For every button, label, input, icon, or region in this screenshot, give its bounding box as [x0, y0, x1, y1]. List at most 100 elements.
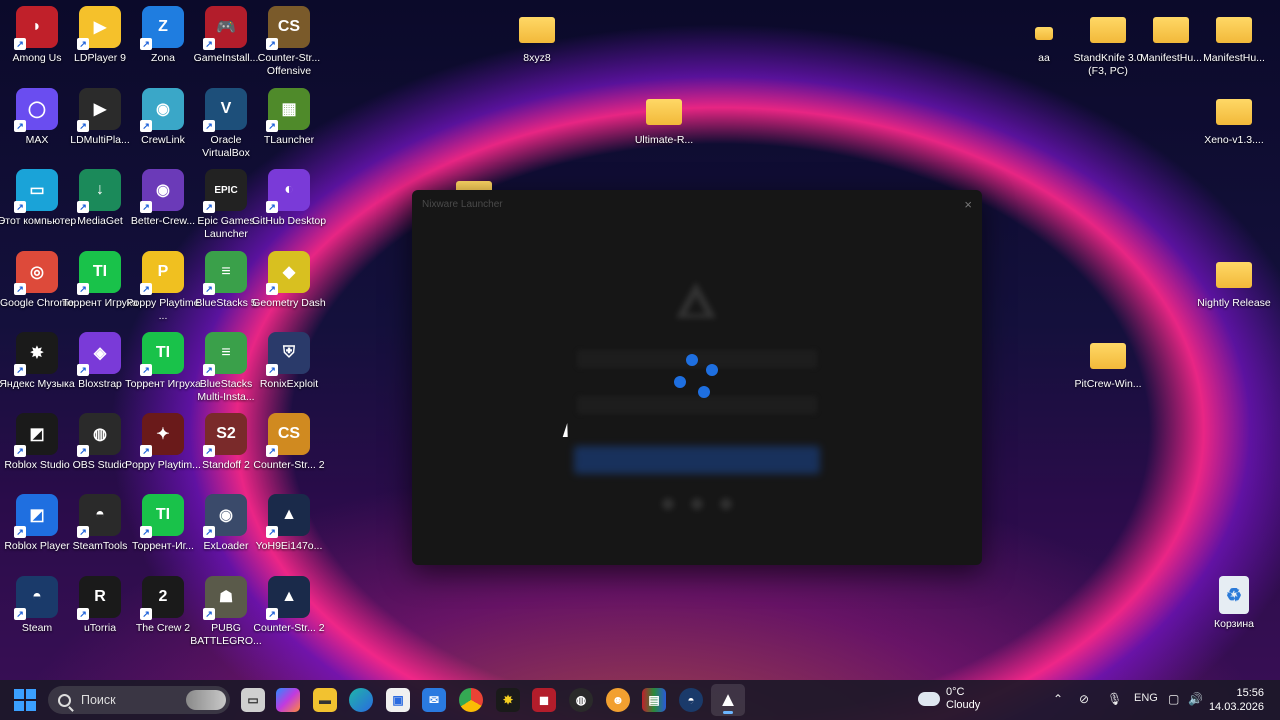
- launcher-title: Nixware Launcher: [422, 198, 503, 210]
- close-button[interactable]: ×: [964, 197, 972, 212]
- clock-date: 14.03.2026: [1208, 701, 1264, 713]
- weather-widget[interactable]: 0°C Cloudy: [918, 686, 980, 712]
- folder-label: Xeno-v1.3....: [1204, 134, 1264, 146]
- winrar-icon[interactable]: ▤: [642, 688, 666, 712]
- desktop-shortcut-cs2-2[interactable]: ▲ ↗ Counter-Str... 2: [252, 576, 326, 635]
- obs-icon[interactable]: ◍: [569, 688, 593, 712]
- chevron-up-icon[interactable]: ⌃: [1053, 692, 1063, 706]
- shortcut-arrow-icon: ↗: [14, 38, 26, 50]
- search-highlight-image: [186, 690, 226, 710]
- folder-icon: [1216, 262, 1252, 288]
- monitor-icon[interactable]: ▢: [1168, 692, 1179, 706]
- folder-ultimate[interactable]: Ultimate-R...: [627, 88, 701, 147]
- folder-xeno[interactable]: Xeno-v1.3....: [1197, 88, 1271, 147]
- roblox-player-icon: ◩ ↗: [14, 494, 58, 538]
- volume-icon[interactable]: 🔊: [1188, 692, 1203, 706]
- language-indicator[interactable]: ENG: [1134, 692, 1158, 704]
- folder-manifesthub-2[interactable]: ManifestHu...: [1197, 6, 1271, 65]
- pubg-icon: ☗ ↗: [203, 576, 247, 620]
- nixware-icon[interactable]: ▲: [716, 688, 740, 712]
- clock[interactable]: 15:56 14.03.2026: [1209, 686, 1264, 714]
- shortcut-arrow-icon: ↗: [266, 526, 278, 538]
- folder-8xyz8[interactable]: 8xyz8: [500, 6, 574, 65]
- recycle-bin-label: Корзина: [1214, 618, 1254, 630]
- exloader-icon: ◉ ↗: [203, 494, 247, 538]
- recycle-bin[interactable]: ♻ Корзина: [1197, 576, 1271, 631]
- better-crewlink-icon: ◉ ↗: [140, 169, 184, 213]
- shortcut-arrow-icon: ↗: [77, 38, 89, 50]
- network-off-icon[interactable]: ⊘: [1079, 692, 1089, 706]
- shortcut-arrow-icon: ↗: [203, 283, 215, 295]
- steam-icon[interactable]: ◓: [679, 688, 703, 712]
- shortcut-arrow-icon: ↗: [77, 201, 89, 213]
- mediaget-icon: ↓ ↗: [77, 169, 121, 213]
- launcher-titlebar[interactable]: Nixware Launcher ×: [412, 190, 982, 218]
- shortcut-arrow-icon: ↗: [14, 608, 26, 620]
- start-button[interactable]: [14, 689, 36, 711]
- shortcut-arrow-icon: ↗: [77, 608, 89, 620]
- shortcut-arrow-icon: ↗: [14, 364, 26, 376]
- gameinstaller-icon: 🎮 ↗: [203, 6, 247, 50]
- folder-icon: [1153, 17, 1189, 43]
- social-icon[interactable]: [662, 498, 674, 510]
- steam-icon: ◓ ↗: [14, 576, 58, 620]
- desktop-shortcut-github-desktop[interactable]: ◐ ↗ GitHub Desktop: [252, 169, 326, 228]
- poppy-playtime-1-icon: P ↗: [140, 251, 184, 295]
- shortcut-label: YoH9Ei147o...: [255, 540, 323, 552]
- chrome-icon[interactable]: [459, 688, 483, 712]
- yoh-exe-icon: ▲ ↗: [266, 494, 310, 538]
- store-icon[interactable]: ▣: [386, 688, 410, 712]
- shortcut-arrow-icon: ↗: [266, 201, 278, 213]
- gameinstaller-icon[interactable]: ◼: [532, 688, 556, 712]
- ronixexploit-icon: ⛨ ↗: [266, 332, 310, 376]
- folder-icon: [1216, 17, 1252, 43]
- folder-icon: [1090, 343, 1126, 369]
- social-icon[interactable]: [691, 498, 703, 510]
- social-icon[interactable]: [720, 498, 732, 510]
- desktop-shortcut-geometry-dash[interactable]: ◆ ↗ Geometry Dash: [252, 251, 326, 310]
- bluestacks-multi-icon: ≡ ↗: [203, 332, 247, 376]
- file-explorer-icon[interactable]: ▬: [313, 688, 337, 712]
- desktop-shortcut-cs2-1[interactable]: CS ↗ Counter-Str... 2: [252, 413, 326, 472]
- microphone-icon[interactable]: 🎙: [1107, 692, 1122, 706]
- virtualbox-icon: V ↗: [203, 88, 247, 132]
- zona-icon: Z ↗: [140, 6, 184, 50]
- shortcut-arrow-icon: ↗: [266, 120, 278, 132]
- desktop-shortcut-yoh-exe[interactable]: ▲ ↗ YoH9Ei147o...: [252, 494, 326, 553]
- social-links: [662, 498, 732, 510]
- desktop-shortcut-ronixexploit[interactable]: ⛨ ↗ RonixExploit: [252, 332, 326, 391]
- shortcut-arrow-icon: ↗: [266, 445, 278, 457]
- shortcut-label: Counter-Str... 2: [253, 459, 325, 471]
- shortcut-arrow-icon: ↗: [266, 364, 278, 376]
- desktop-shortcut-tlauncher[interactable]: ▦ ↗ TLauncher: [252, 88, 326, 147]
- torrent-igruha-2-icon: TI ↗: [140, 332, 184, 376]
- folder-icon: [1035, 26, 1053, 40]
- obs-studio-icon: ◍ ↗: [77, 413, 121, 457]
- mail-icon[interactable]: ✉: [422, 688, 446, 712]
- shortcut-arrow-icon: ↗: [140, 120, 152, 132]
- shortcut-label: Counter-Str... Offensive: [257, 52, 321, 77]
- nixware-launcher-window[interactable]: Nixware Launcher ×: [412, 190, 982, 565]
- shortcut-arrow-icon: ↗: [14, 445, 26, 457]
- desktop-shortcut-cs-offensive[interactable]: CS ↗ Counter-Str... Offensive: [252, 6, 326, 78]
- ldplayer-icon: ▶ ↗: [77, 6, 121, 50]
- shortcut-arrow-icon: ↗: [203, 526, 215, 538]
- edge-icon[interactable]: [349, 688, 373, 712]
- shortcut-label: Geometry Dash: [252, 297, 326, 309]
- discord-like-icon[interactable]: ☻: [606, 688, 630, 712]
- the-crew-2-icon: 2 ↗: [140, 576, 184, 620]
- shortcut-arrow-icon: ↗: [77, 283, 89, 295]
- folder-nightly[interactable]: Nightly Release: [1197, 251, 1271, 310]
- recycle-bin-icon: ♻: [1219, 576, 1249, 614]
- standoff2-icon: S2 ↗: [203, 413, 247, 457]
- yandex-music-icon[interactable]: ✸: [496, 688, 520, 712]
- cs2-2-icon: ▲ ↗: [266, 576, 310, 620]
- copilot-icon[interactable]: [276, 688, 300, 712]
- search-placeholder: Поиск: [81, 693, 116, 707]
- task-view-icon[interactable]: ▭: [241, 688, 265, 712]
- folder-pitcrew[interactable]: PitCrew-Win...: [1071, 332, 1145, 391]
- login-button[interactable]: [574, 446, 820, 474]
- search-box[interactable]: Поиск: [48, 686, 230, 714]
- shortcut-arrow-icon: ↗: [14, 120, 26, 132]
- taskbar: Поиск ▭ ▬ ▣ ✉ ✸ ◼ ◍ ☻ ▤ ◓ ▲ 0°C Cloudy ⌃…: [0, 680, 1280, 720]
